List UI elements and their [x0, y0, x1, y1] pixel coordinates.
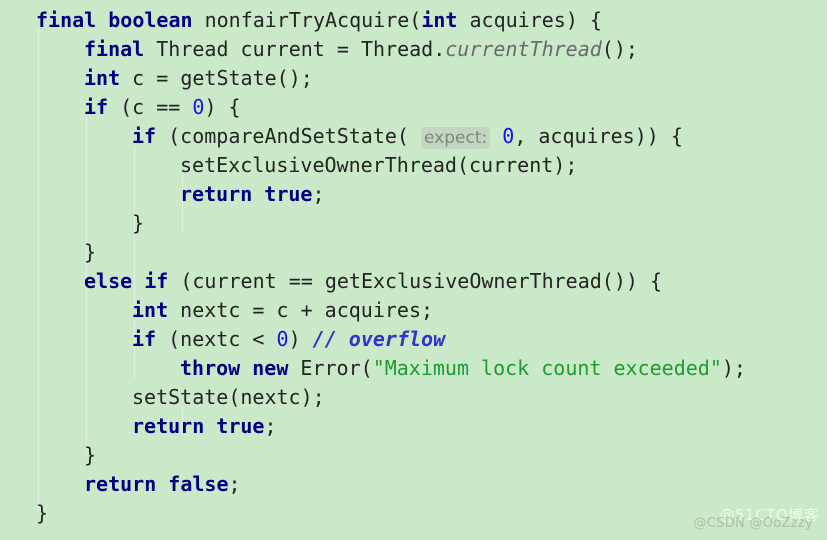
code-line[interactable]: else if (current == getExclusiveOwnerThr… — [0, 267, 746, 296]
token-keyword: if — [144, 269, 169, 293]
token-keyword: throw — [180, 356, 241, 380]
token-keyword: return — [132, 414, 205, 438]
token-plain: Thread current = Thread. — [144, 37, 446, 61]
token-keyword: true — [264, 182, 313, 206]
code-line[interactable]: if (c == 0) { — [0, 93, 746, 122]
token-plain: (nextc < — [156, 327, 277, 351]
code-screenshot: final boolean nonfairTryAcquire(int acqu… — [0, 0, 827, 540]
token-keyword: final — [84, 37, 145, 61]
token-keyword: false — [168, 472, 229, 496]
code-line[interactable]: } — [0, 499, 746, 528]
token-plain: ); — [721, 356, 746, 380]
token-plain: , acquires)) { — [514, 124, 683, 148]
token-plain: } — [84, 443, 97, 467]
token-plain: ; — [312, 182, 325, 206]
token-static-method: currentThread — [445, 37, 602, 61]
token-plain: nextc = c + acquires; — [168, 298, 434, 322]
token-plain: (current == getExclusiveOwnerThread()) { — [168, 269, 662, 293]
token-keyword: boolean — [108, 8, 193, 32]
code-line[interactable]: throw new Error("Maximum lock count exce… — [0, 354, 746, 383]
token-keyword: int — [132, 298, 169, 322]
parameter-hint: expect: — [421, 127, 491, 149]
code-line[interactable]: setState(nextc); — [0, 383, 746, 412]
token-plain: (c == — [108, 95, 193, 119]
code-line[interactable]: final boolean nonfairTryAcquire(int acqu… — [0, 6, 746, 35]
token-number: 0 — [192, 95, 205, 119]
code-line[interactable]: return false; — [0, 470, 746, 499]
token-plain: acquires) { — [457, 8, 602, 32]
token-plain: setState(nextc); — [132, 385, 325, 409]
token-string: "Maximum lock count exceeded" — [372, 356, 722, 380]
code-line[interactable]: if (compareAndSetState( expect: 0, acqui… — [0, 122, 746, 151]
token-keyword: if — [132, 327, 157, 351]
token-plain: setExclusiveOwnerThread(current); — [180, 153, 578, 177]
code-line[interactable]: if (nextc < 0) // overflow — [0, 325, 746, 354]
token-plain: ) { — [204, 95, 241, 119]
code-line[interactable]: setExclusiveOwnerThread(current); — [0, 151, 746, 180]
token-plain: ) — [288, 327, 313, 351]
code-line[interactable]: } — [0, 441, 746, 470]
token-plain: ; — [228, 472, 241, 496]
token-keyword: if — [84, 95, 109, 119]
token-plain: } — [84, 240, 97, 264]
code-line[interactable]: } — [0, 209, 746, 238]
code-block[interactable]: final boolean nonfairTryAcquire(int acqu… — [0, 0, 746, 528]
token-keyword: new — [252, 356, 289, 380]
token-plain: (compareAndSetState( — [156, 124, 421, 148]
code-line[interactable]: int c = getState(); — [0, 64, 746, 93]
token-keyword: else — [84, 269, 133, 293]
token-plain: nonfairTryAcquire( — [192, 8, 422, 32]
token-keyword: return — [180, 182, 253, 206]
token-plain: Error( — [288, 356, 373, 380]
token-plain: } — [36, 501, 49, 525]
token-number: 0 — [502, 124, 515, 148]
token-keyword: int — [84, 66, 121, 90]
token-plain: (); — [601, 37, 638, 61]
code-line[interactable]: final Thread current = Thread.currentThr… — [0, 35, 746, 64]
token-plain: } — [132, 211, 145, 235]
token-plain: c = getState(); — [120, 66, 313, 90]
token-plain: ; — [264, 414, 277, 438]
token-keyword: final — [36, 8, 97, 32]
token-keyword: if — [132, 124, 157, 148]
code-line[interactable]: return true; — [0, 412, 746, 441]
token-keyword: return — [84, 472, 157, 496]
code-line[interactable]: int nextc = c + acquires; — [0, 296, 746, 325]
token-keyword: int — [421, 8, 458, 32]
token-number: 0 — [276, 327, 289, 351]
token-comment: // overflow — [312, 327, 446, 351]
token-keyword: true — [216, 414, 265, 438]
code-line[interactable]: } — [0, 238, 746, 267]
code-line[interactable]: return true; — [0, 180, 746, 209]
